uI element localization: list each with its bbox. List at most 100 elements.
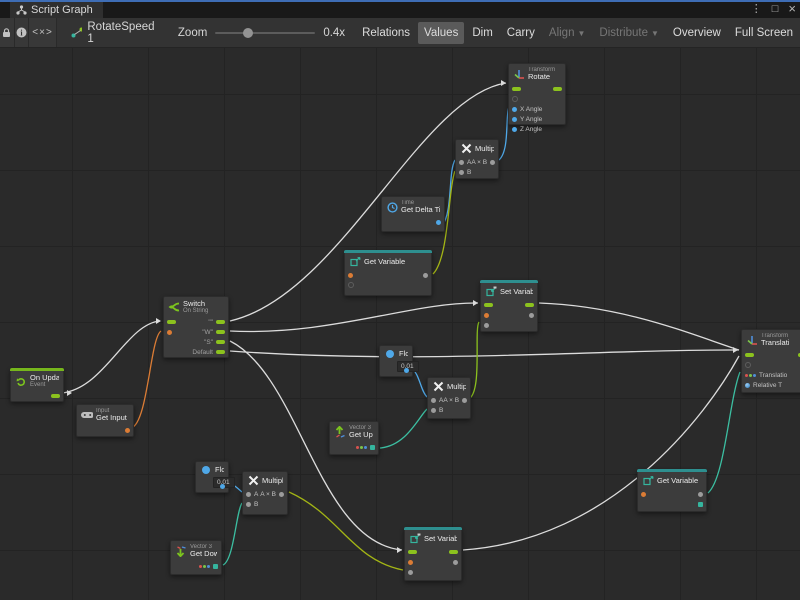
port-gray[interactable]: [459, 160, 464, 165]
port-orange[interactable]: [167, 330, 172, 335]
port-flow[interactable]: [525, 303, 534, 307]
port-blue[interactable]: [512, 107, 517, 112]
port-orange[interactable]: [348, 273, 353, 278]
port-blue[interactable]: [512, 117, 517, 122]
port-flow[interactable]: [216, 340, 225, 344]
port-flow[interactable]: [216, 350, 225, 354]
port-gray[interactable]: [529, 313, 534, 318]
toolbar-button-dim[interactable]: Dim: [466, 22, 498, 44]
port-label: A × B: [443, 397, 459, 404]
node-float-1[interactable]: Float0.01: [379, 345, 413, 377]
toolbar-button-values[interactable]: Values: [418, 22, 464, 44]
port-orange[interactable]: [125, 428, 130, 433]
dropdown-caret-icon: ▼: [577, 29, 585, 38]
port-gray[interactable]: [431, 398, 436, 403]
port-output[interactable]: [220, 484, 225, 489]
port-orange[interactable]: [484, 313, 489, 318]
port-gray[interactable]: [246, 492, 251, 497]
port-flow[interactable]: [553, 87, 562, 91]
vec-down-icon: [175, 545, 187, 557]
node-get-variable-top[interactable]: Get Variable: [344, 250, 432, 296]
port-gray[interactable]: [698, 492, 703, 497]
node-get-input-string[interactable]: InputGet Input Strin: [76, 404, 134, 437]
zoom-slider-handle[interactable]: [243, 28, 253, 38]
port-flow[interactable]: [408, 550, 417, 554]
wire-arrowhead: [156, 318, 161, 324]
toolbar-button-align[interactable]: Align▼: [543, 22, 592, 44]
toolbar-button-relations[interactable]: Relations: [356, 22, 416, 44]
menu-icon[interactable]: ⋮: [751, 2, 762, 16]
port-label: A × B: [260, 491, 276, 498]
node-multiply-3[interactable]: MultiplyAA × BB: [242, 471, 288, 515]
transform-icon: [513, 69, 525, 80]
port-flow[interactable]: [449, 550, 458, 554]
vector3-type-icon[interactable]: [199, 565, 210, 568]
port-label: B: [439, 407, 443, 414]
port-gray[interactable]: [408, 570, 413, 575]
code-view-button[interactable]: <×>: [29, 18, 56, 47]
port-optional[interactable]: [745, 362, 751, 368]
node-set-variable-bottom[interactable]: Set Variable: [404, 527, 462, 581]
lock-button[interactable]: [0, 18, 15, 47]
port-orange[interactable]: [641, 492, 646, 497]
port-flow[interactable]: [167, 320, 176, 324]
port-flow[interactable]: [216, 320, 225, 324]
node-set-variable-mid[interactable]: Set Variable: [480, 280, 538, 332]
port-flow[interactable]: [51, 394, 60, 398]
port-flow[interactable]: [512, 87, 521, 91]
port-gray[interactable]: [246, 502, 251, 507]
port-flow[interactable]: [216, 330, 225, 334]
node-multiply-2[interactable]: MultiplyAA × BB: [427, 377, 471, 419]
vector3-type-icon[interactable]: [356, 446, 367, 449]
breadcrumb[interactable]: RotateSpeed 1: [57, 18, 170, 47]
graph-canvas[interactable]: On UpdateEvent InputGet Input Strin Switch…: [0, 47, 800, 600]
port-optional[interactable]: [348, 282, 354, 288]
port-vector3-out[interactable]: [213, 564, 218, 569]
node-multiply-1[interactable]: MultiplyAA × BB: [455, 139, 499, 179]
node-float-2[interactable]: Float0.01: [195, 461, 229, 493]
script-graph-window: Script Graph ⋮ □ × i <×> Rot: [0, 0, 800, 600]
toolbar-button-carry[interactable]: Carry: [501, 22, 541, 44]
node-translate[interactable]: TransformTranslatiTranslatioRelative T: [741, 329, 800, 393]
info-button[interactable]: i: [15, 18, 30, 47]
wire: [539, 303, 739, 350]
port-gray[interactable]: [484, 323, 489, 328]
zoom-slider[interactable]: [215, 32, 315, 34]
toolbar-button-full-screen[interactable]: Full Screen: [729, 22, 799, 44]
breadcrumb-label: RotateSpeed 1: [87, 21, 156, 45]
port-vector3-out[interactable]: [370, 445, 375, 450]
port-gray[interactable]: [453, 560, 458, 565]
port-gray[interactable]: [423, 273, 428, 278]
port-flow[interactable]: [484, 303, 493, 307]
close-icon[interactable]: ×: [788, 2, 796, 16]
toolbar-button-distribute[interactable]: Distribute▼: [593, 22, 665, 44]
port-label: Z Angle: [520, 126, 542, 133]
node-get-variable-right[interactable]: Get Variable: [637, 469, 707, 512]
port-orange[interactable]: [408, 560, 413, 565]
node-get-delta-time[interactable]: TimeGet Delta Time: [381, 196, 445, 232]
node-vector3-get-down[interactable]: Vector 3Get Down: [170, 540, 222, 575]
node-switch-on-string[interactable]: SwitchOn String"""W""S"Default: [163, 296, 229, 358]
node-rotate[interactable]: TransformRotateX AngleY AngleZ Angle: [508, 63, 566, 125]
port-gray[interactable]: [462, 398, 467, 403]
port-gray[interactable]: [279, 492, 284, 497]
vector3-type-icon[interactable]: [745, 374, 756, 377]
port-label: B: [254, 501, 258, 508]
port-output[interactable]: [404, 368, 409, 373]
node-vector3-get-up[interactable]: Vector 3Get Up: [329, 421, 379, 455]
tab-script-graph[interactable]: Script Graph: [10, 1, 103, 18]
object-type-icon[interactable]: [745, 383, 750, 388]
port-blue[interactable]: [436, 220, 441, 225]
port-optional[interactable]: [512, 96, 518, 102]
port-blue[interactable]: [512, 127, 517, 132]
node-subtitle: Event: [30, 382, 59, 388]
port-teal[interactable]: [698, 502, 703, 507]
toolbar-button-overview[interactable]: Overview: [667, 22, 727, 44]
port-gray[interactable]: [431, 408, 436, 413]
wire: [708, 372, 740, 493]
port-gray[interactable]: [459, 170, 464, 175]
maximize-icon[interactable]: □: [772, 2, 779, 16]
port-gray[interactable]: [490, 160, 495, 165]
node-on-update[interactable]: On UpdateEvent: [10, 368, 64, 402]
port-flow[interactable]: [745, 353, 754, 357]
